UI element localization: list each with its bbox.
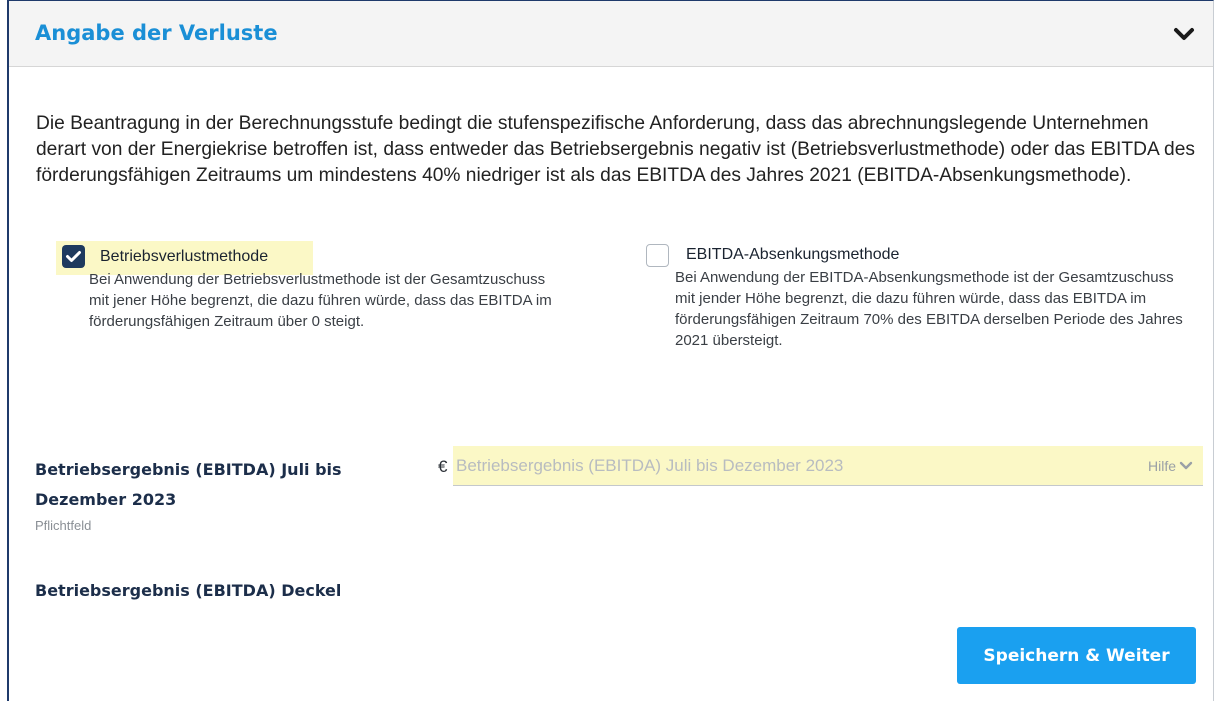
collapse-toggle-button[interactable] — [1173, 23, 1195, 45]
chevron-down-icon — [1174, 28, 1194, 40]
option-label[interactable]: Betriebsverlustmethode — [100, 248, 268, 266]
option-description: Bei Anwendung der Betriebsverlustmethode… — [89, 271, 552, 330]
required-hint: Pflichtfeld — [35, 518, 92, 533]
ebitda-input[interactable] — [456, 452, 1096, 480]
section-header[interactable]: Angabe der Verluste — [9, 1, 1213, 67]
chevron-down-icon — [1179, 458, 1193, 474]
betriebsverlust-checkbox[interactable] — [62, 245, 85, 268]
option-description: Bei Anwendung der EBITDA-Absenkungsmetho… — [675, 269, 1183, 349]
ebitda-field-label: Betriebsergebnis (EBITDA) Juli bis Dezem… — [35, 460, 342, 509]
ebitda-input-container: Hilfe — [453, 446, 1203, 486]
checkmark-icon — [66, 251, 81, 262]
section-title: Angabe der Verluste — [35, 21, 278, 45]
help-label: Hilfe — [1147, 458, 1176, 474]
section-panel: Angabe der Verluste Die Beantragung in d… — [7, 0, 1214, 701]
ebitda-deckel-label: Betriebsergebnis (EBITDA) Deckel — [35, 581, 342, 600]
save-continue-button[interactable]: Speichern & Weiter — [957, 627, 1196, 684]
help-toggle[interactable]: Hilfe — [1148, 458, 1193, 474]
option-label[interactable]: EBITDA-Absenkungsmethode — [686, 246, 899, 264]
currency-symbol: € — [438, 457, 448, 476]
ebitda-absenkung-checkbox[interactable] — [646, 244, 669, 267]
intro-text: Die Beantragung in der Berechnungsstufe … — [36, 113, 1195, 186]
